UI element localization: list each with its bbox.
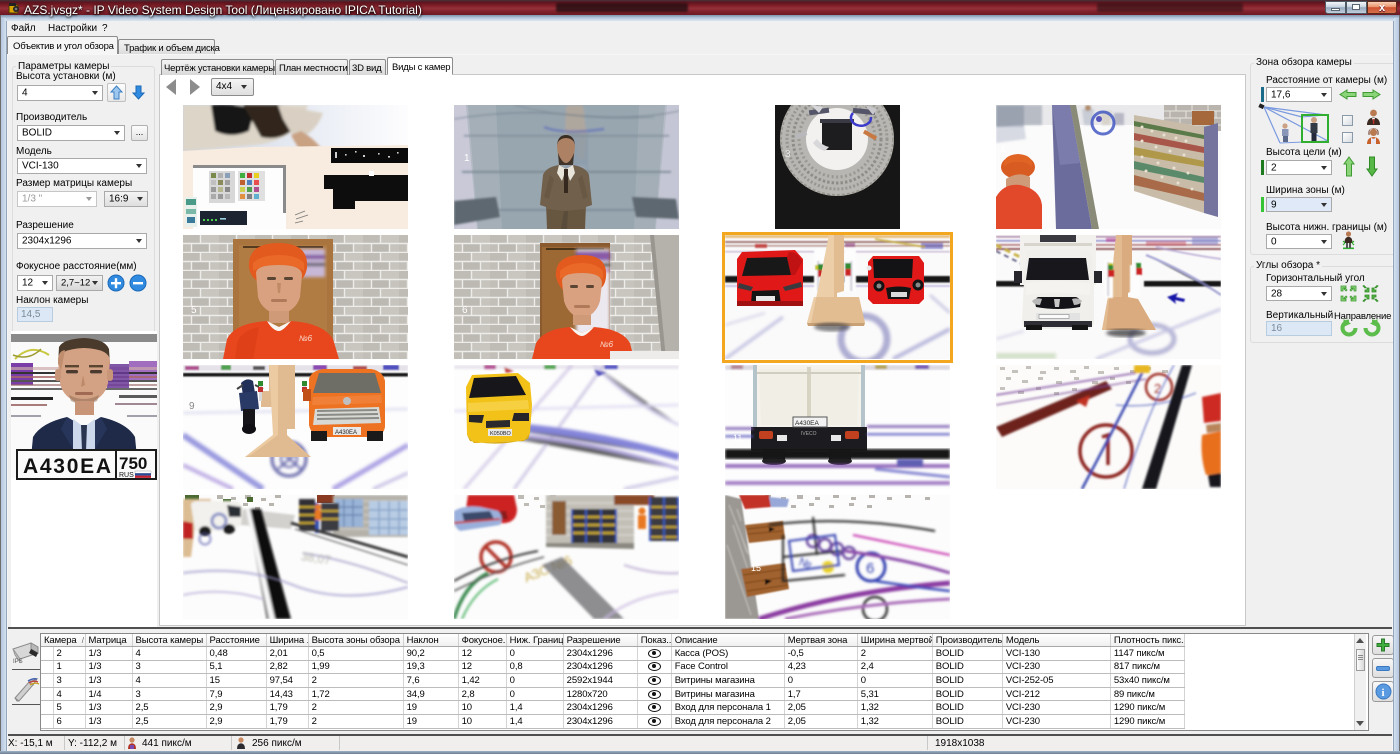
- svg-text:750: 750: [119, 454, 147, 473]
- svg-text:4: 4: [1000, 145, 1006, 156]
- svg-text:6: 6: [866, 560, 874, 577]
- svg-text:RUS: RUS: [119, 472, 134, 479]
- svg-text:№6: №6: [600, 340, 614, 349]
- svg-text:5: 5: [191, 305, 197, 316]
- svg-text:A430EA: A430EA: [795, 420, 820, 427]
- svg-text:9: 9: [189, 401, 195, 412]
- svg-text:А430ЕА: А430ЕА: [23, 455, 111, 478]
- svg-text:IPS: IPS: [13, 659, 23, 665]
- svg-text:K050BO: K050BO: [490, 431, 512, 437]
- svg-text:1: 1: [464, 153, 470, 164]
- svg-text:№6: №6: [299, 334, 313, 343]
- svg-text:15: 15: [751, 563, 761, 573]
- svg-text:6: 6: [462, 305, 468, 316]
- svg-text:11: 11: [733, 433, 742, 443]
- svg-text:i: i: [1382, 687, 1385, 699]
- svg-text:IVECO: IVECO: [801, 431, 817, 437]
- svg-text:3: 3: [785, 149, 791, 160]
- svg-text:A430EA: A430EA: [335, 430, 357, 436]
